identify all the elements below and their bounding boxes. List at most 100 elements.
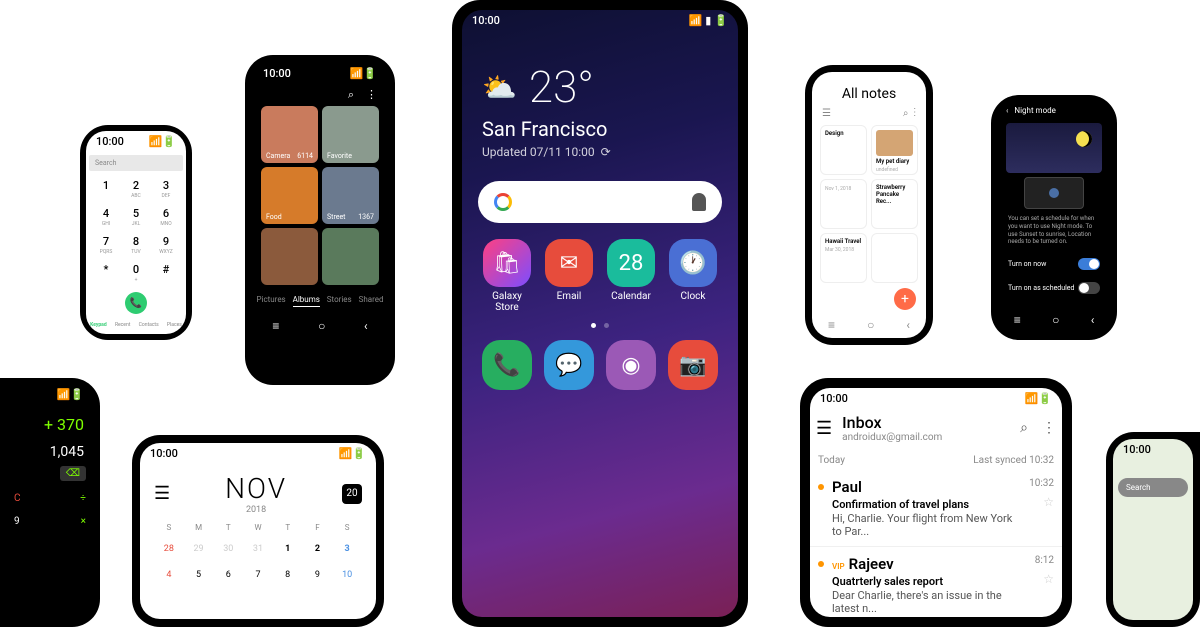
toggle-scheduled[interactable]: Turn on as scheduled bbox=[998, 276, 1110, 300]
page-dot[interactable] bbox=[591, 323, 596, 328]
app-galaxy[interactable]: 🛍 GalaxyStore bbox=[480, 239, 534, 313]
email-item[interactable]: VIPRajeev Quatrterly sales report Dear C… bbox=[810, 547, 1062, 617]
key-8[interactable]: 8TUV bbox=[122, 232, 150, 258]
key-7[interactable]: 7PQRS bbox=[92, 232, 120, 258]
page-dot[interactable] bbox=[604, 323, 609, 328]
dock-app[interactable]: ◉ bbox=[604, 340, 658, 390]
key-0[interactable]: 0+ bbox=[122, 260, 150, 286]
recents-icon[interactable]: ≡ bbox=[272, 319, 279, 333]
calc-key[interactable]: C bbox=[14, 493, 21, 504]
date-cell[interactable]: 29 bbox=[184, 540, 214, 558]
refresh-icon[interactable]: ⟳ bbox=[601, 145, 611, 159]
date-cell[interactable]: 28 bbox=[154, 540, 184, 558]
date-cell[interactable]: 6 bbox=[213, 566, 243, 584]
album-item[interactable]: Favorite bbox=[322, 106, 379, 163]
note-card[interactable]: My pet diaryundefined bbox=[871, 125, 918, 175]
album-item[interactable]: Street1367 bbox=[322, 167, 379, 224]
recents-icon[interactable]: ≡ bbox=[1014, 313, 1021, 327]
map-search-input[interactable]: Search bbox=[1118, 478, 1188, 497]
tab-albums[interactable]: Albums bbox=[293, 295, 320, 307]
note-card[interactable] bbox=[871, 233, 918, 283]
home-icon[interactable]: ○ bbox=[867, 318, 874, 332]
tab-contacts[interactable]: Contacts bbox=[139, 322, 159, 328]
key-*[interactable]: * bbox=[92, 260, 120, 286]
call-button[interactable]: 📞 bbox=[125, 292, 147, 314]
note-card[interactable]: Hawaii TravelMar 30, 2018 bbox=[820, 233, 867, 283]
star-icon[interactable]: ☆ bbox=[1043, 572, 1054, 586]
back-icon[interactable]: ‹ bbox=[1006, 106, 1008, 115]
dock-app[interactable]: 💬 bbox=[542, 340, 596, 390]
menu-icon[interactable]: ☰ bbox=[154, 483, 170, 504]
toggle-switch[interactable] bbox=[1078, 282, 1100, 294]
calc-key[interactable]: ÷ bbox=[80, 493, 86, 504]
backspace-icon[interactable]: ⌫ bbox=[60, 466, 86, 481]
app-clock[interactable]: 🕐 Clock bbox=[666, 239, 720, 313]
note-card[interactable]: Nov 1, 2018 bbox=[820, 179, 867, 229]
date-cell[interactable]: 8 bbox=[273, 566, 303, 584]
toggle-turn-on-now[interactable]: Turn on now bbox=[998, 252, 1110, 276]
email-item[interactable]: Paul Confirmation of travel plans Hi, Ch… bbox=[810, 470, 1062, 547]
dock-app[interactable]: 📞 bbox=[480, 340, 534, 390]
date-cell[interactable]: 5 bbox=[184, 566, 214, 584]
key-1[interactable]: 1 bbox=[92, 176, 120, 202]
key-2[interactable]: 2ABC bbox=[122, 176, 150, 202]
menu-icon[interactable]: ☰ bbox=[822, 108, 831, 119]
calc-key[interactable]: × bbox=[81, 516, 86, 527]
dock-app[interactable]: 📷 bbox=[666, 340, 720, 390]
back-icon[interactable]: ‹ bbox=[1091, 313, 1095, 327]
calendar-title[interactable]: NOV 2018 bbox=[225, 472, 287, 515]
album-item[interactable]: Food bbox=[261, 167, 318, 224]
album-item[interactable] bbox=[261, 228, 318, 285]
key-6[interactable]: 6MNO bbox=[152, 204, 180, 230]
back-icon[interactable]: ‹ bbox=[364, 319, 368, 333]
more-icon[interactable]: ⋮ bbox=[366, 88, 377, 102]
note-card[interactable]: Design bbox=[820, 125, 867, 175]
key-3[interactable]: 3DEF bbox=[152, 176, 180, 202]
more-icon[interactable]: ⋮ bbox=[914, 108, 917, 119]
search-icon[interactable]: ⌕ bbox=[348, 88, 354, 102]
home-icon[interactable]: ○ bbox=[318, 319, 325, 333]
add-note-button[interactable]: + bbox=[894, 288, 916, 310]
back-icon[interactable]: ‹ bbox=[906, 318, 910, 332]
date-cell[interactable]: 30 bbox=[213, 540, 243, 558]
key-5[interactable]: 5JKL bbox=[122, 204, 150, 230]
search-input[interactable]: Search bbox=[89, 155, 183, 171]
date-cell[interactable]: 3 bbox=[332, 540, 362, 558]
star-icon[interactable]: ☆ bbox=[1043, 495, 1054, 509]
more-icon[interactable]: ⋮ bbox=[1042, 420, 1056, 436]
status-bar: 10:00📶🔋 bbox=[253, 63, 387, 84]
app-calendar[interactable]: 28 Calendar bbox=[604, 239, 658, 313]
tab-shared[interactable]: Shared bbox=[359, 295, 384, 307]
key-4[interactable]: 4GHI bbox=[92, 204, 120, 230]
home-icon[interactable]: ○ bbox=[1052, 313, 1059, 327]
date-cell[interactable]: 31 bbox=[243, 540, 273, 558]
tab-stories[interactable]: Stories bbox=[327, 295, 352, 307]
tab-places[interactable]: Places bbox=[167, 322, 182, 328]
tab-keypad[interactable]: Keypad bbox=[90, 322, 107, 328]
tab-pictures[interactable]: Pictures bbox=[256, 295, 285, 307]
app-email[interactable]: ✉ Email bbox=[542, 239, 596, 313]
album-item[interactable]: Camera6114 bbox=[261, 106, 318, 163]
tab-recent[interactable]: Recent bbox=[115, 322, 130, 328]
mic-icon[interactable] bbox=[692, 193, 706, 211]
date-cell[interactable]: 4 bbox=[154, 566, 184, 584]
today-button[interactable]: 20 bbox=[342, 484, 362, 504]
calc-key[interactable]: 9 bbox=[14, 516, 20, 527]
toggle-switch[interactable] bbox=[1078, 258, 1100, 270]
date-cell[interactable]: 7 bbox=[243, 566, 273, 584]
album-item[interactable] bbox=[322, 228, 379, 285]
date-cell[interactable]: 10 bbox=[332, 566, 362, 584]
weather-widget[interactable]: ⛅ 23° San Francisco Updated 07/11 10:00 … bbox=[462, 31, 738, 159]
date-cell[interactable]: 9 bbox=[303, 566, 333, 584]
date-cell[interactable]: 2 bbox=[303, 540, 333, 558]
status-icons: 📶 ▮ 🔋 bbox=[689, 14, 728, 27]
menu-icon[interactable]: ☰ bbox=[816, 418, 832, 439]
recents-icon[interactable]: ≡ bbox=[828, 318, 835, 332]
search-icon[interactable]: ⌕ bbox=[903, 108, 909, 119]
google-search-bar[interactable] bbox=[478, 181, 722, 223]
key-#[interactable]: # bbox=[152, 260, 180, 286]
date-cell[interactable]: 1 bbox=[273, 540, 303, 558]
key-9[interactable]: 9WXYZ bbox=[152, 232, 180, 258]
search-icon[interactable]: ⌕ bbox=[1020, 420, 1028, 436]
note-card[interactable]: Strawberry Pancake Rec... bbox=[871, 179, 918, 229]
